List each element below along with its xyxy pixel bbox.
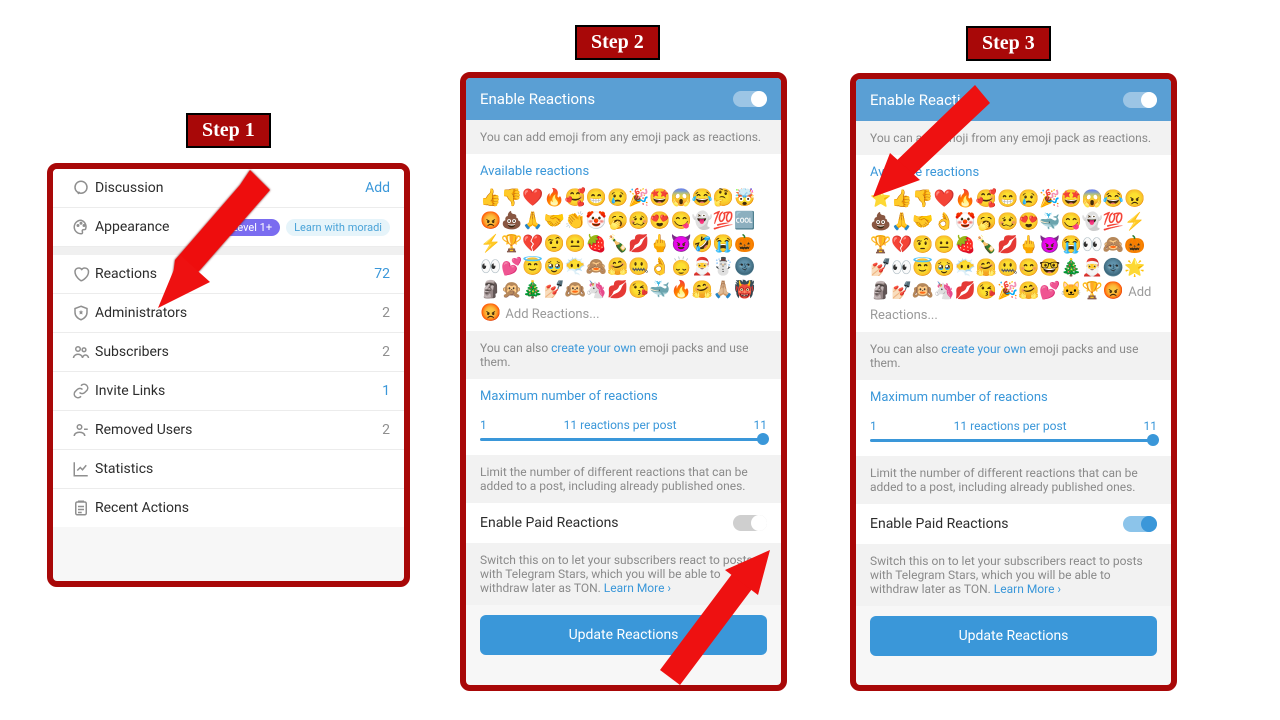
max-reactions-title: Maximum number of reactions: [856, 380, 1171, 409]
row-recent[interactable]: Recent Actions: [53, 489, 404, 527]
row-statistics[interactable]: Statistics: [53, 450, 404, 489]
create-pack-hint: You can also create your own emoji packs…: [466, 331, 781, 379]
slider-handle[interactable]: [1147, 434, 1159, 446]
row-value: 1: [382, 383, 390, 399]
shield-icon: [67, 304, 95, 322]
row-value: 2: [382, 344, 390, 360]
available-reactions-title: Available reactions: [466, 154, 781, 183]
create-own-link[interactable]: create your own: [551, 341, 636, 355]
link-icon: [67, 382, 95, 400]
max-reactions-title: Maximum number of reactions: [466, 379, 781, 408]
emoji-list[interactable]: ⭐👍👎❤️🔥🥰😁😢🎉🤩😱😂😠💩🙏🤝👌🤡🥱🥴😍🐳😋👻💯⚡🏆💔🤨😐🍓🍾💋🖕😈😭👀🙈🎃…: [870, 189, 1145, 301]
row-subscribers[interactable]: Subscribers 2: [53, 333, 404, 372]
people-icon: [67, 343, 95, 361]
create-pack-hint: You can also create your own emoji packs…: [856, 332, 1171, 380]
enable-reactions-header: Enable Reactions: [466, 78, 781, 120]
paid-reactions-label: Enable Paid Reactions: [870, 516, 1123, 532]
arrow-icon: [640, 530, 800, 690]
paid-reactions-label: Enable Paid Reactions: [480, 515, 733, 531]
slider-min: 1: [870, 419, 877, 433]
slider-current: 11 reactions per post: [954, 419, 1067, 433]
limit-hint: Limit the number of different reactions …: [856, 456, 1171, 504]
slider-section: 1 11 reactions per post 11: [466, 408, 781, 455]
row-invite[interactable]: Invite Links 1: [53, 372, 404, 411]
heart-icon: [67, 265, 95, 283]
step-2-label: Step 2: [575, 25, 660, 60]
row-label: Subscribers: [95, 344, 382, 360]
row-label: Statistics: [95, 461, 390, 477]
arrow-icon: [130, 160, 290, 320]
chart-icon: [67, 460, 95, 478]
row-label: Invite Links: [95, 383, 382, 399]
enable-reactions-toggle[interactable]: [1123, 92, 1157, 108]
reactions-slider[interactable]: [480, 438, 767, 441]
paid-reactions-row: Enable Paid Reactions: [856, 504, 1171, 544]
chat-icon: [67, 179, 95, 197]
slider-min: 1: [480, 418, 487, 432]
slider-handle[interactable]: [757, 433, 769, 445]
emoji-list[interactable]: 👍👎❤️🔥🥰😁😢🎉🤩😱😂🤔🤯😡💩🙏🤝👏🤡🥱🥴😍😋👻💯🆒⚡🏆💔🤨😐🍓🍾💋🖕😈🤣😭🎃…: [480, 188, 755, 323]
step-1-label: Step 1: [186, 113, 271, 148]
clipboard-icon: [67, 499, 95, 517]
limit-hint: Limit the number of different reactions …: [466, 455, 781, 503]
user-minus-icon: [67, 421, 95, 439]
reactions-slider[interactable]: [870, 439, 1157, 442]
paid-hint: Switch this on to let your subscribers r…: [856, 544, 1171, 606]
create-own-link[interactable]: create your own: [941, 342, 1026, 356]
slider-max: 11: [1143, 419, 1157, 433]
row-value: 2: [382, 422, 390, 438]
row-label: Recent Actions: [95, 500, 390, 516]
row-label: Removed Users: [95, 422, 382, 438]
update-reactions-button[interactable]: Update Reactions: [870, 616, 1157, 656]
emoji-grid[interactable]: ⭐👍👎❤️🔥🥰😁😢🎉🤩😱😂😠💩🙏🤝👌🤡🥱🥴😍🐳😋👻💯⚡🏆💔🤨😐🍓🍾💋🖕😈😭👀🙈🎃…: [856, 184, 1171, 332]
emoji-grid[interactable]: 👍👎❤️🔥🥰😁😢🎉🤩😱😂🤔🤯😡💩🙏🤝👏🤡🥱🥴😍😋👻💯🆒⚡🏆💔🤨😐🍓🍾💋🖕😈🤣😭🎃…: [466, 183, 781, 331]
header-title: Enable Reactions: [480, 90, 733, 108]
slider-section: 1 11 reactions per post 11: [856, 409, 1171, 456]
add-reactions-button[interactable]: Add Reactions...: [505, 307, 599, 322]
slider-current: 11 reactions per post: [564, 418, 677, 432]
description-text: You can add emoji from any emoji pack as…: [466, 120, 781, 154]
row-value[interactable]: Add: [365, 180, 390, 196]
paid-reactions-toggle[interactable]: [733, 515, 767, 531]
learn-pill[interactable]: Learn with moradi: [286, 219, 390, 236]
paid-reactions-toggle[interactable]: [1123, 516, 1157, 532]
arrow-icon: [855, 75, 995, 205]
row-value: 2: [382, 305, 390, 321]
palette-icon: [67, 218, 95, 236]
row-removed[interactable]: Removed Users 2: [53, 411, 404, 450]
learn-more-link[interactable]: Learn More ›: [994, 582, 1061, 596]
slider-max: 11: [753, 418, 767, 432]
row-value: 72: [374, 266, 390, 282]
enable-reactions-toggle[interactable]: [733, 91, 767, 107]
step-3-label: Step 3: [966, 26, 1051, 61]
